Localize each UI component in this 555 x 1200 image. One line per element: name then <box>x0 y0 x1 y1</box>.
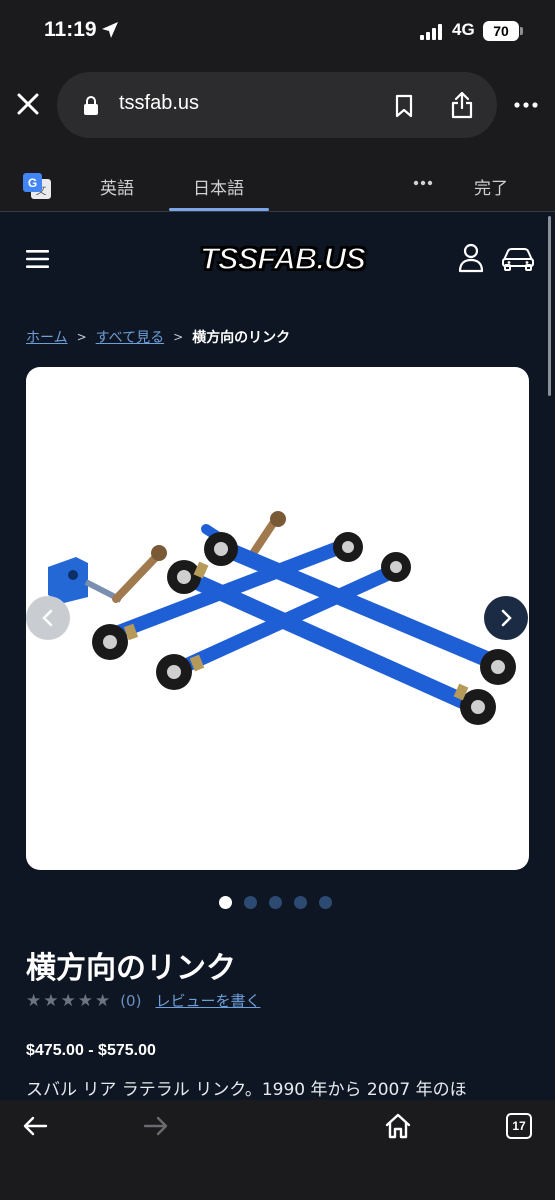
close-icon[interactable] <box>14 90 42 118</box>
address-bar[interactable]: tssfab.us <box>57 72 497 138</box>
gallery-next-button[interactable] <box>484 596 528 640</box>
browser-bottom-toolbar: 17 <box>0 1100 555 1200</box>
url-text: tssfab.us <box>119 92 200 114</box>
forward-arrow-icon[interactable] <box>143 1115 169 1137</box>
breadcrumb-separator: > <box>76 330 87 344</box>
garage-car-icon[interactable] <box>501 245 535 271</box>
translate-done-button[interactable]: 完了 <box>474 174 508 199</box>
product-image <box>48 511 516 725</box>
account-icon[interactable] <box>458 243 484 273</box>
breadcrumb-all-link[interactable]: すべて見る <box>96 327 164 347</box>
svg-text:G: G <box>28 176 37 190</box>
share-icon[interactable] <box>450 91 474 119</box>
status-bar: 11:19 4G 70 <box>0 0 555 62</box>
translate-tab-english[interactable]: 英語 <box>100 174 134 199</box>
translate-bar: 文 G 英語 日本語 完了 <box>0 160 555 212</box>
product-price: $475.00 - $575.00 <box>26 1042 156 1059</box>
write-review-link[interactable]: レビューを書く <box>155 990 260 1011</box>
review-count: (0) <box>120 991 142 1010</box>
status-time: 11:19 <box>44 18 97 41</box>
home-icon[interactable] <box>384 1112 412 1140</box>
breadcrumb-home-link[interactable]: ホーム <box>26 327 68 347</box>
product-gallery[interactable] <box>26 367 529 870</box>
breadcrumb: ホーム > すべて見る > 横方向のリンク <box>26 327 290 347</box>
site-logo[interactable]: TSSFAB.US <box>199 240 366 277</box>
translate-tab-japanese[interactable]: 日本語 <box>193 174 244 199</box>
google-translate-icon: 文 G <box>23 173 51 199</box>
battery-icon: 70 <box>483 21 519 41</box>
chevron-right-icon <box>501 609 512 627</box>
location-arrow-icon <box>102 22 118 38</box>
star-rating-icon: ★★★★★ <box>26 990 113 1011</box>
hamburger-menu-icon[interactable] <box>26 249 49 269</box>
gallery-dot[interactable] <box>319 896 332 909</box>
page-scrollbar[interactable] <box>548 216 551 396</box>
network-type: 4G <box>452 20 475 39</box>
product-rating: ★★★★★ (0) レビューを書く <box>26 990 260 1011</box>
gallery-pagination <box>219 896 332 909</box>
lock-icon <box>84 96 98 115</box>
gallery-dot[interactable] <box>269 896 282 909</box>
breadcrumb-current: 横方向のリンク <box>192 330 291 346</box>
cellular-signal-icon <box>420 24 442 40</box>
breadcrumb-separator: > <box>173 330 184 344</box>
web-page: TSSFAB.US ホーム > すべて見る > 横方向のリンク 横方向のリンク … <box>0 213 555 1100</box>
gallery-dot[interactable] <box>294 896 307 909</box>
gallery-dot[interactable] <box>244 896 257 909</box>
battery-tip <box>520 27 523 35</box>
back-arrow-icon[interactable] <box>22 1115 48 1137</box>
product-description: スバル リア ラテラル リンク。1990 年から 2007 年のほ <box>26 1080 467 1100</box>
chevron-left-icon <box>42 609 53 627</box>
product-title: 横方向のリンク <box>26 951 236 986</box>
gallery-dot[interactable] <box>219 896 232 909</box>
gallery-prev-button[interactable] <box>26 596 70 640</box>
active-tab-indicator <box>169 208 269 211</box>
more-options-icon[interactable] <box>514 101 538 109</box>
bookmark-icon[interactable] <box>394 94 414 118</box>
translate-more-icon[interactable] <box>413 180 433 186</box>
tab-count-button[interactable]: 17 <box>506 1113 532 1139</box>
browser-top-chrome: 11:19 4G 70 tssfab.us G 英語 日本語 完了 <box>0 0 555 212</box>
